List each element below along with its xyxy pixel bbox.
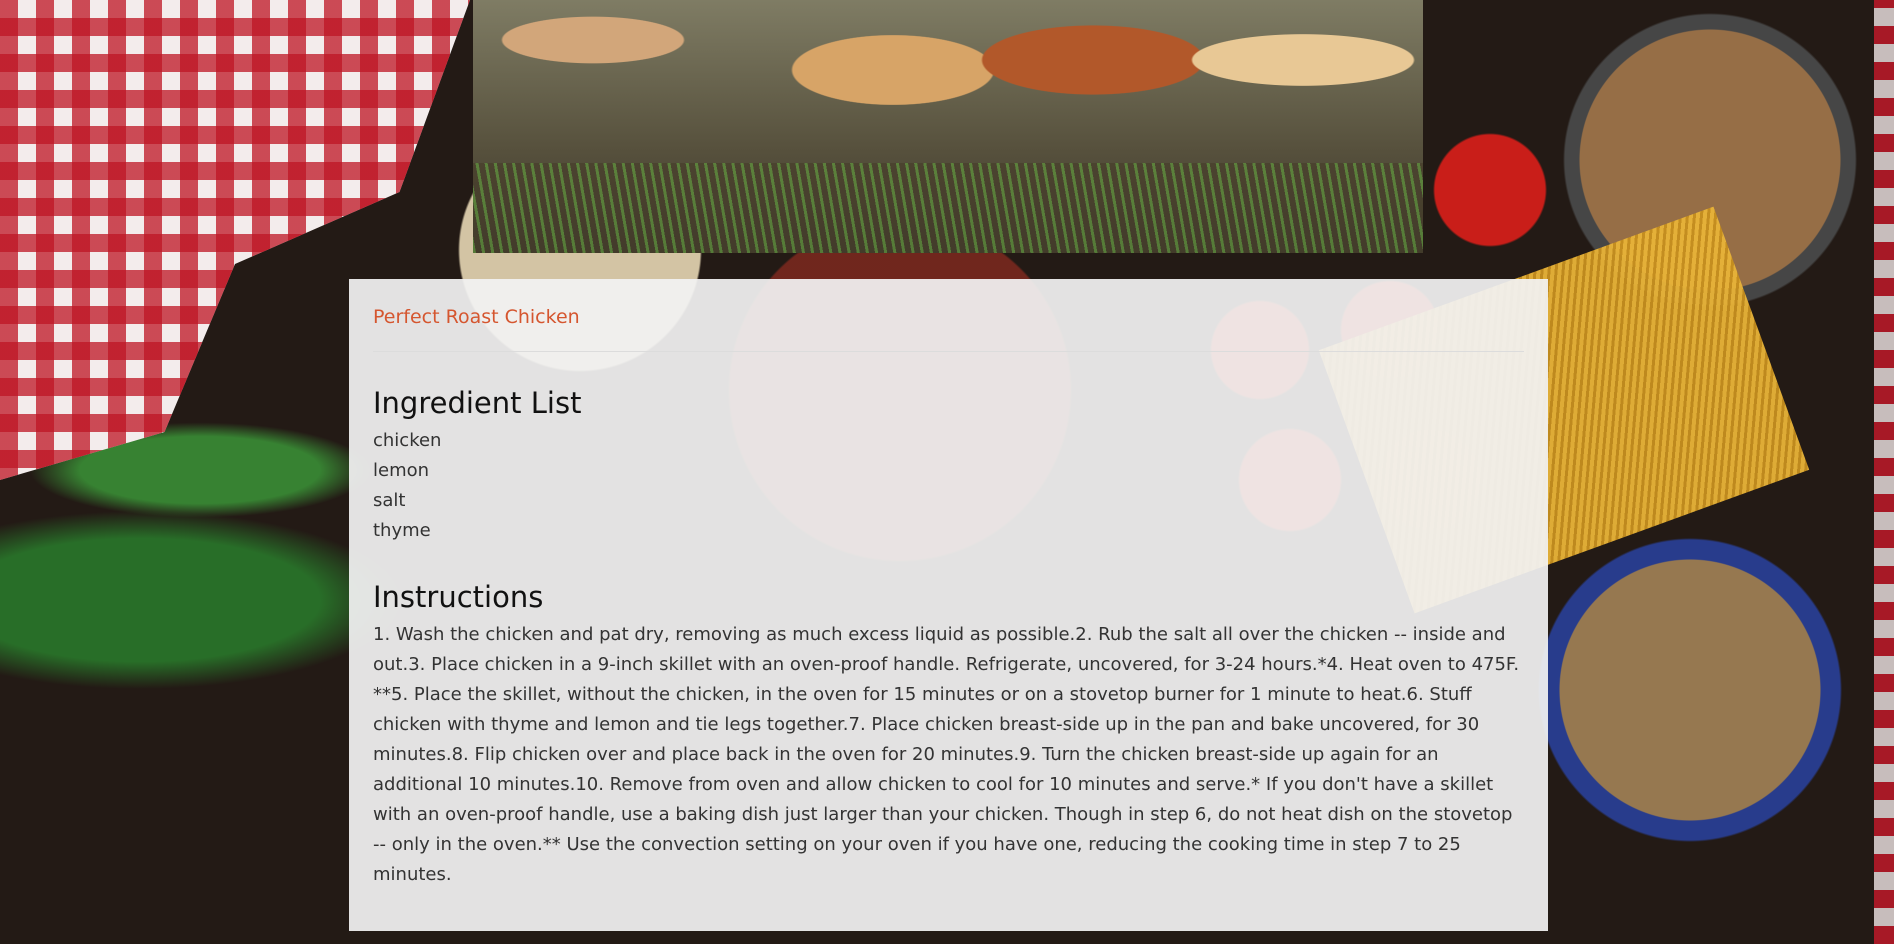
ingredient-item: chicken <box>373 430 442 451</box>
title-divider <box>373 351 1524 352</box>
instructions-heading: Instructions <box>373 580 544 614</box>
ingredient-item: lemon <box>373 460 430 481</box>
page: Perfect Roast Chicken Ingredient List ch… <box>0 0 1894 944</box>
ingredient-item: thyme <box>373 520 431 541</box>
ingredient-item: salt <box>373 490 406 511</box>
ingredient-list: chicken lemon salt thyme <box>373 426 1524 546</box>
recipe-title: Perfect Roast Chicken <box>373 306 580 328</box>
checkered-cloth-edge <box>1874 0 1894 944</box>
instructions-text: 1. Wash the chicken and pat dry, removin… <box>373 624 1520 885</box>
recipe-panel: Perfect Roast Chicken Ingredient List ch… <box>349 279 1548 931</box>
ingredient-list-heading: Ingredient List <box>373 386 582 420</box>
hero-chickens-image <box>473 0 1423 253</box>
